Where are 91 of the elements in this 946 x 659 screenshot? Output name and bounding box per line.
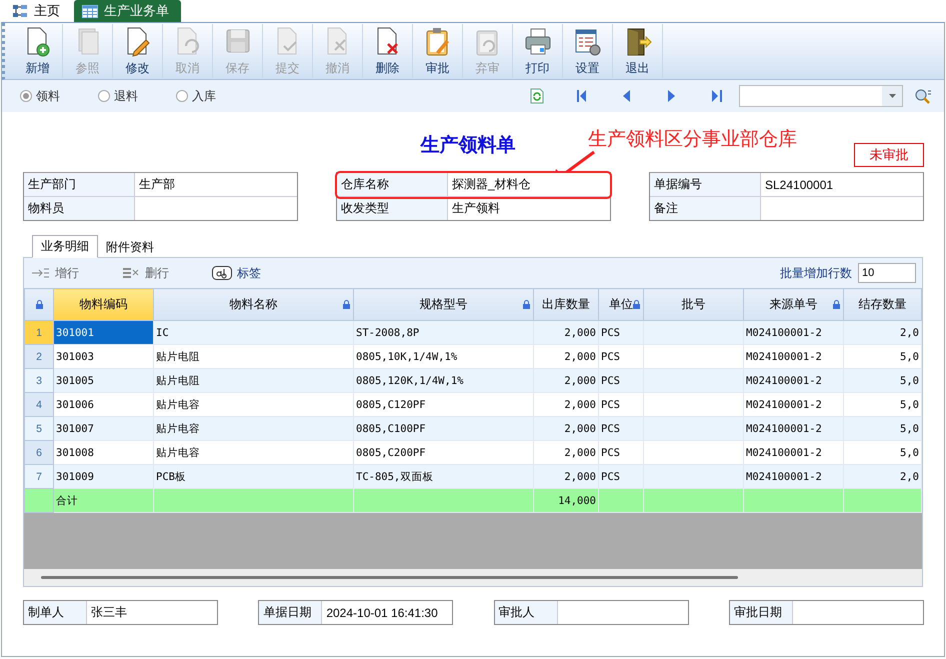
grid-action[interactable]: 标签 [212,264,302,282]
row-number[interactable]: 7 [24,464,54,488]
toolbar-button[interactable]: 新增 [13,24,63,78]
table-cell: M024100001-2 [744,368,844,392]
field-label: 物料员 [24,197,135,220]
caret-icon [888,94,896,98]
table-cell: ST-2008,8P [354,320,534,344]
lock-icon [633,300,640,309]
field-label: 仓库名称 [337,173,448,196]
radio-option[interactable]: 入库 [176,88,254,104]
lock-icon [36,300,42,308]
first-icon[interactable] [576,90,586,102]
column-header[interactable]: 物料编码 [54,288,154,320]
search-icon[interactable] [914,88,932,104]
previous-icon[interactable] [623,90,630,102]
column-header[interactable]: 来源单号 [744,288,844,320]
column-header[interactable]: 出库数量 [534,288,598,320]
row-number[interactable]: 6 [24,440,54,464]
table-cell: 5,0 [844,416,922,440]
table-cell: M024100001-2 [744,320,844,344]
table-cell: 2,000 [534,368,598,392]
column-header[interactable]: 规格型号 [354,288,534,320]
total-label: 合计 [54,488,154,512]
page-tab[interactable]: 生产业务单 [74,0,181,22]
lock-icon [343,300,350,309]
lock-icon [523,300,530,309]
row-number[interactable]: 1 [24,320,54,344]
toolbar-button[interactable]: 修改 [113,24,163,78]
table-cell: PCS [598,320,644,344]
field-label: 审批日期 [730,601,793,624]
table-cell: TC-805,双面板 [354,464,534,488]
form-title: 生产领料单 [420,134,516,158]
batch-input[interactable]: 10 [858,263,916,283]
scrollbar-thumb[interactable] [41,576,738,579]
table-cell: 贴片电容 [154,416,354,440]
lock-icon [833,300,840,309]
delete-row-icon [122,267,140,279]
table-cell: 2,000 [534,464,598,488]
next-icon[interactable] [668,90,675,102]
detail-tab[interactable]: 附件资料 [98,237,162,257]
radio-option[interactable]: 退料 [98,88,176,104]
table-cell: IC [154,320,354,344]
table-cell: PCS [598,416,644,440]
toolbar-button[interactable]: 退出 [613,24,663,78]
table-cell: PCB板 [154,464,354,488]
refresh-icon[interactable] [530,88,544,104]
table-cell: PCS [598,464,644,488]
table-cell: 5,0 [844,368,922,392]
home-icon [12,4,28,18]
field-label: 生产部门 [24,173,135,196]
table-cell: M024100001-2 [744,416,844,440]
column-header[interactable]: 批号 [644,288,744,320]
table-cell: 301005 [54,368,154,392]
table-cell: 贴片电阻 [154,368,354,392]
toolbar-button[interactable]: 设置 [563,24,613,78]
table-cell: 2,0 [844,320,922,344]
column-header[interactable]: 物料名称 [154,288,354,320]
table-cell: M024100001-2 [744,464,844,488]
table-cell: 0805,120K,1/4W,1% [354,368,534,392]
table-cell: 2,0 [844,464,922,488]
detail-tab[interactable]: 业务明细 [32,235,98,258]
field-label: 审批人 [494,601,558,624]
table-icon [82,4,98,18]
total-cell: 14,000 [534,488,598,512]
table-cell: PCS [598,368,644,392]
table-cell: 0805,C100PF [354,416,534,440]
page-tab[interactable]: 主页 [10,0,70,22]
batch-label: 批量增加行数 [780,264,852,282]
field-label: 收发类型 [337,197,448,220]
table-cell: 301009 [54,464,154,488]
column-header[interactable]: 单位 [598,288,644,320]
annotation-text: 生产领料区分事业部仓库 [588,128,797,152]
column-header[interactable]: 结存数量 [844,288,922,320]
row-number[interactable]: 3 [24,368,54,392]
last-icon[interactable] [712,90,722,102]
status-stamp: 未审批 [854,143,924,167]
radio-option[interactable]: 领料 [20,88,98,104]
add-row-icon [32,268,50,278]
table-cell: 301001 [54,320,154,344]
table-cell: 301007 [54,416,154,440]
field-label: 单据编号 [650,173,761,196]
row-number[interactable]: 5 [24,416,54,440]
field-label: 备注 [650,197,761,220]
row-number[interactable]: 4 [24,392,54,416]
table-cell: 2,000 [534,320,598,344]
table-cell: 2,000 [534,416,598,440]
label-icon [212,266,232,280]
toolbar-button[interactable]: 审批 [413,24,463,78]
row-number[interactable]: 2 [24,344,54,368]
toolbar-button[interactable]: 删除 [363,24,413,78]
toolbar-button[interactable]: 打印 [513,24,563,78]
